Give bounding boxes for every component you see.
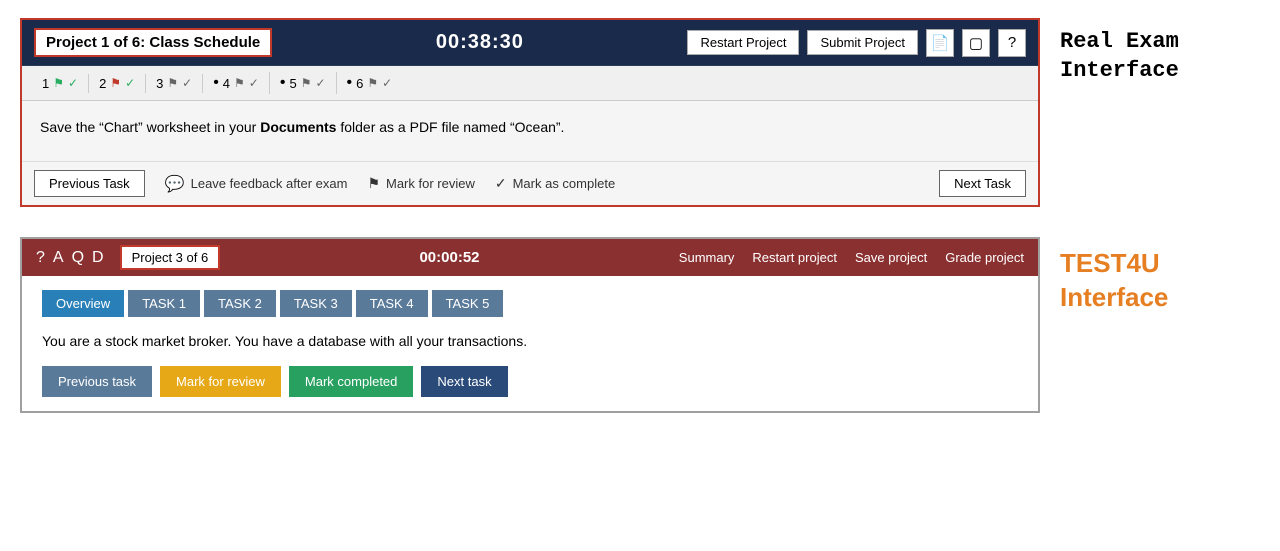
next-task-button[interactable]: Next Task <box>939 170 1026 197</box>
tab-task3[interactable]: TASK 3 <box>280 290 352 317</box>
flag-icon-2: ⚑ <box>110 76 121 90</box>
submit-project-button[interactable]: Submit Project <box>807 30 918 55</box>
restart-project-button[interactable]: Restart Project <box>687 30 799 55</box>
help-icon[interactable]: ? <box>998 29 1026 57</box>
mark-for-review-action[interactable]: ⚑ Mark for review <box>367 175 474 192</box>
test4u-mark-completed-button[interactable]: Mark completed <box>289 366 413 397</box>
exam-tab-4[interactable]: • 4 ⚑ ✓ <box>203 72 270 94</box>
real-exam-label: Real Exam Interface <box>1060 28 1179 85</box>
exam-header-buttons: Restart Project Submit Project 📄 ▢ ? <box>687 29 1026 57</box>
tab-task2[interactable]: TASK 2 <box>204 290 276 317</box>
test4u-project-title: Project 3 of 6 <box>120 245 221 270</box>
exam-timer: 00:38:30 <box>292 31 667 54</box>
flag-icon-5: ⚑ <box>301 76 312 90</box>
question-icon[interactable]: ? <box>36 249 45 267</box>
calculator-icon[interactable]: 📄 <box>926 29 954 57</box>
test4u-label: TEST4U Interface <box>1060 247 1168 315</box>
check-icon-6: ✓ <box>382 76 392 90</box>
check-icon-3: ✓ <box>182 76 192 90</box>
tab-task5[interactable]: TASK 5 <box>432 290 504 317</box>
previous-task-button[interactable]: Previous Task <box>34 170 145 197</box>
exam-task-text: Save the “Chart” worksheet in your Docum… <box>40 117 1020 138</box>
window-icon[interactable]: ▢ <box>962 29 990 57</box>
review-flag-icon: ⚑ <box>367 175 380 192</box>
flag-icon-1: ⚑ <box>53 76 64 90</box>
test4u-icon-group: ? A Q D <box>36 249 104 267</box>
tab-overview[interactable]: Overview <box>42 290 124 317</box>
test4u-previous-task-button[interactable]: Previous task <box>42 366 152 397</box>
exam-header: Project 1 of 6: Class Schedule 00:38:30 … <box>22 20 1038 66</box>
test4u-footer: Previous task Mark for review Mark compl… <box>42 366 1018 397</box>
check-icon-2: ✓ <box>125 76 135 90</box>
exam-tab-1[interactable]: 1 ⚑ ✓ <box>32 74 89 93</box>
grade-project-link[interactable]: Grade project <box>945 250 1024 265</box>
flag-icon-6: ⚑ <box>367 76 378 90</box>
search-icon[interactable]: Q <box>72 249 84 267</box>
feedback-icon: 💬 <box>165 174 185 194</box>
exam-tab-2[interactable]: 2 ⚑ ✓ <box>89 74 146 93</box>
check-icon-5: ✓ <box>315 76 325 90</box>
test4u-tabs: Overview TASK 1 TASK 2 TASK 3 TASK 4 TAS… <box>42 290 1018 317</box>
test4u-body: Overview TASK 1 TASK 2 TASK 3 TASK 4 TAS… <box>22 276 1038 411</box>
complete-check-icon: ✓ <box>495 175 507 192</box>
exam-content: Save the “Chart” worksheet in your Docum… <box>22 101 1038 161</box>
leave-feedback-action[interactable]: 💬 Leave feedback after exam <box>165 174 348 194</box>
summary-link[interactable]: Summary <box>679 250 735 265</box>
tab-task4[interactable]: TASK 4 <box>356 290 428 317</box>
check-icon-1: ✓ <box>68 76 78 90</box>
exam-tabs-bar: 1 ⚑ ✓ 2 ⚑ ✓ 3 ⚑ ✓ • 4 ⚑ ✓ • 5 <box>22 66 1038 101</box>
restart-project-link[interactable]: Restart project <box>752 250 837 265</box>
test4u-next-task-button[interactable]: Next task <box>421 366 507 397</box>
exam-tab-6[interactable]: • 6 ⚑ ✓ <box>337 72 403 94</box>
test4u-header: ? A Q D Project 3 of 6 00:00:52 Summary … <box>22 239 1038 276</box>
exam-tab-3[interactable]: 3 ⚑ ✓ <box>146 74 203 93</box>
flag-icon-3: ⚑ <box>167 76 178 90</box>
save-project-link[interactable]: Save project <box>855 250 927 265</box>
a-icon[interactable]: A <box>53 249 64 267</box>
test4u-timer: 00:00:52 <box>236 249 663 266</box>
exam-panel: Project 1 of 6: Class Schedule 00:38:30 … <box>20 18 1040 207</box>
test4u-panel: ? A Q D Project 3 of 6 00:00:52 Summary … <box>20 237 1040 413</box>
exam-title: Project 1 of 6: Class Schedule <box>34 28 272 57</box>
exam-tab-5[interactable]: • 5 ⚑ ✓ <box>270 72 337 94</box>
mark-as-complete-action[interactable]: ✓ Mark as complete <box>495 175 615 192</box>
tab-task1[interactable]: TASK 1 <box>128 290 200 317</box>
d-icon[interactable]: D <box>92 249 104 267</box>
flag-icon-4: ⚑ <box>234 76 245 90</box>
test4u-task-text: You are a stock market broker. You have … <box>42 331 542 352</box>
test4u-mark-for-review-button[interactable]: Mark for review <box>160 366 281 397</box>
check-icon-4: ✓ <box>249 76 259 90</box>
exam-footer: Previous Task 💬 Leave feedback after exa… <box>22 161 1038 205</box>
test4u-header-links: Summary Restart project Save project Gra… <box>679 250 1024 265</box>
